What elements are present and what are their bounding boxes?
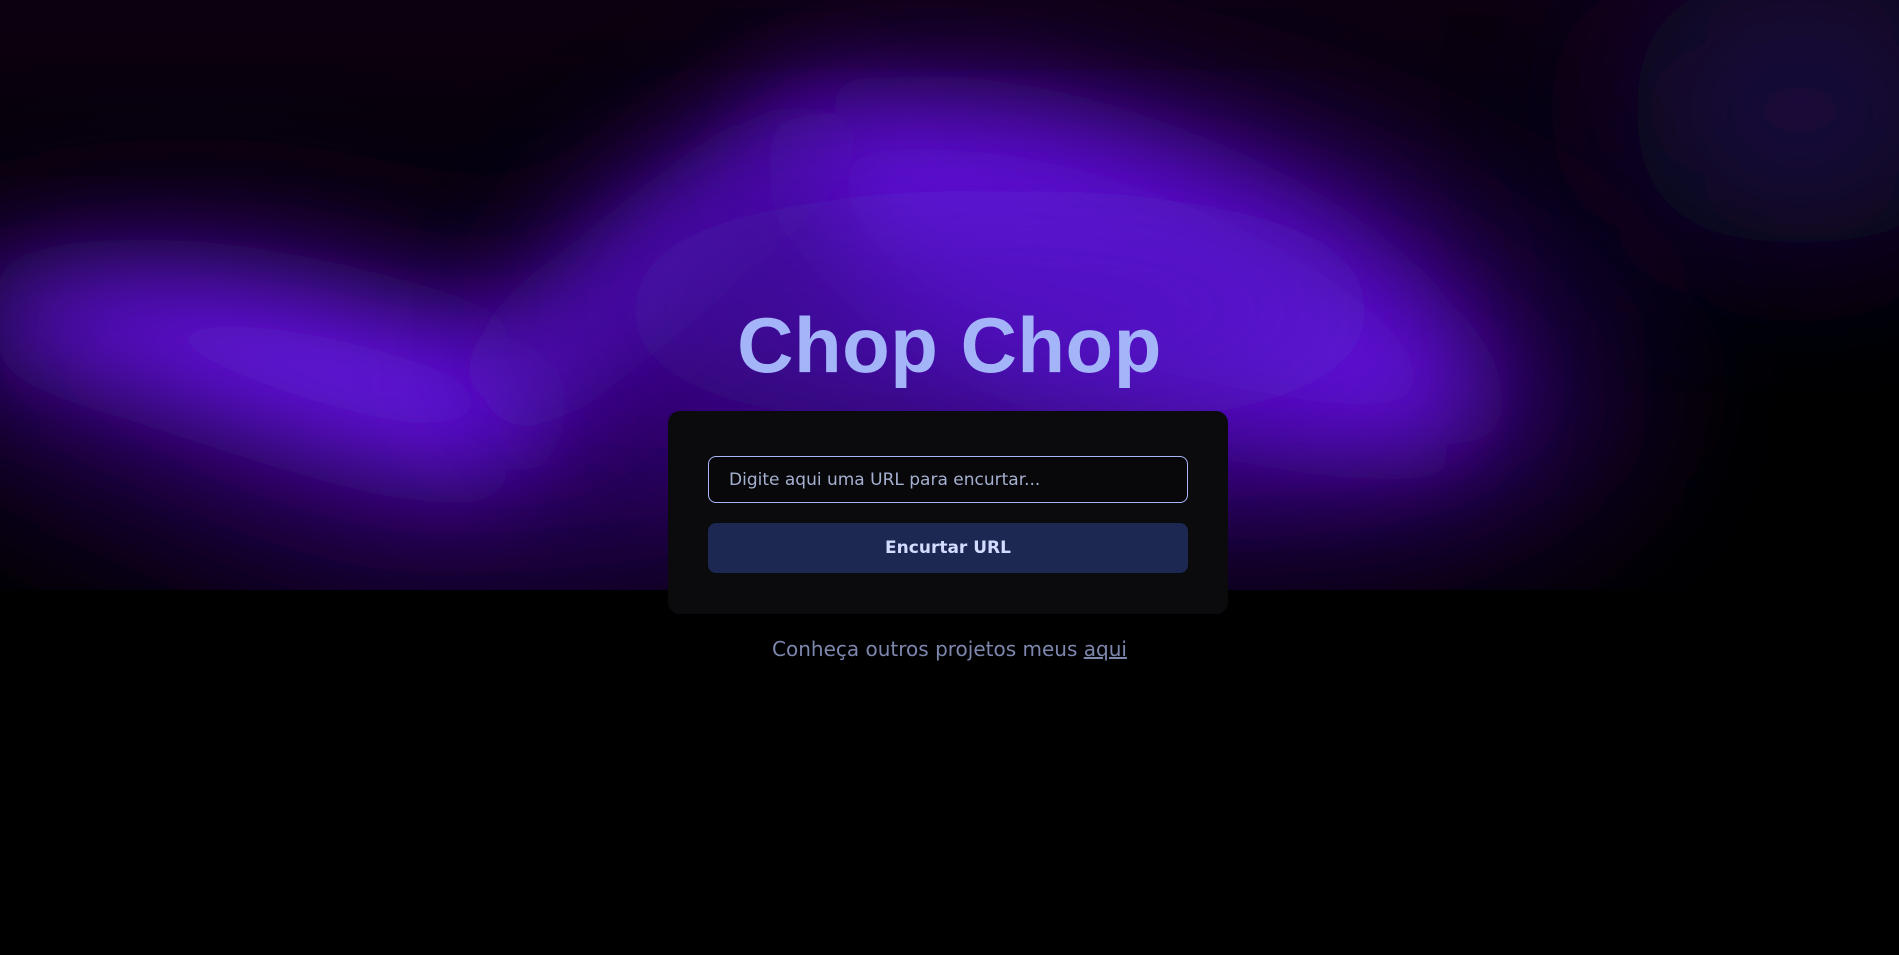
footer-text: Conheça outros projetos meus [772, 637, 1084, 661]
page: Chop Chop Encurtar URL Conheça outros pr… [0, 0, 1899, 955]
footer-note: Conheça outros projetos meus aqui [0, 636, 1899, 662]
shorten-url-button[interactable]: Encurtar URL [708, 523, 1188, 573]
page-title: Chop Chop [737, 301, 1162, 389]
url-input[interactable] [708, 456, 1188, 503]
main-content: Chop Chop Encurtar URL Conheça outros pr… [0, 0, 1899, 955]
projects-link[interactable]: aqui [1084, 637, 1127, 661]
shorten-form-card: Encurtar URL [668, 411, 1228, 614]
